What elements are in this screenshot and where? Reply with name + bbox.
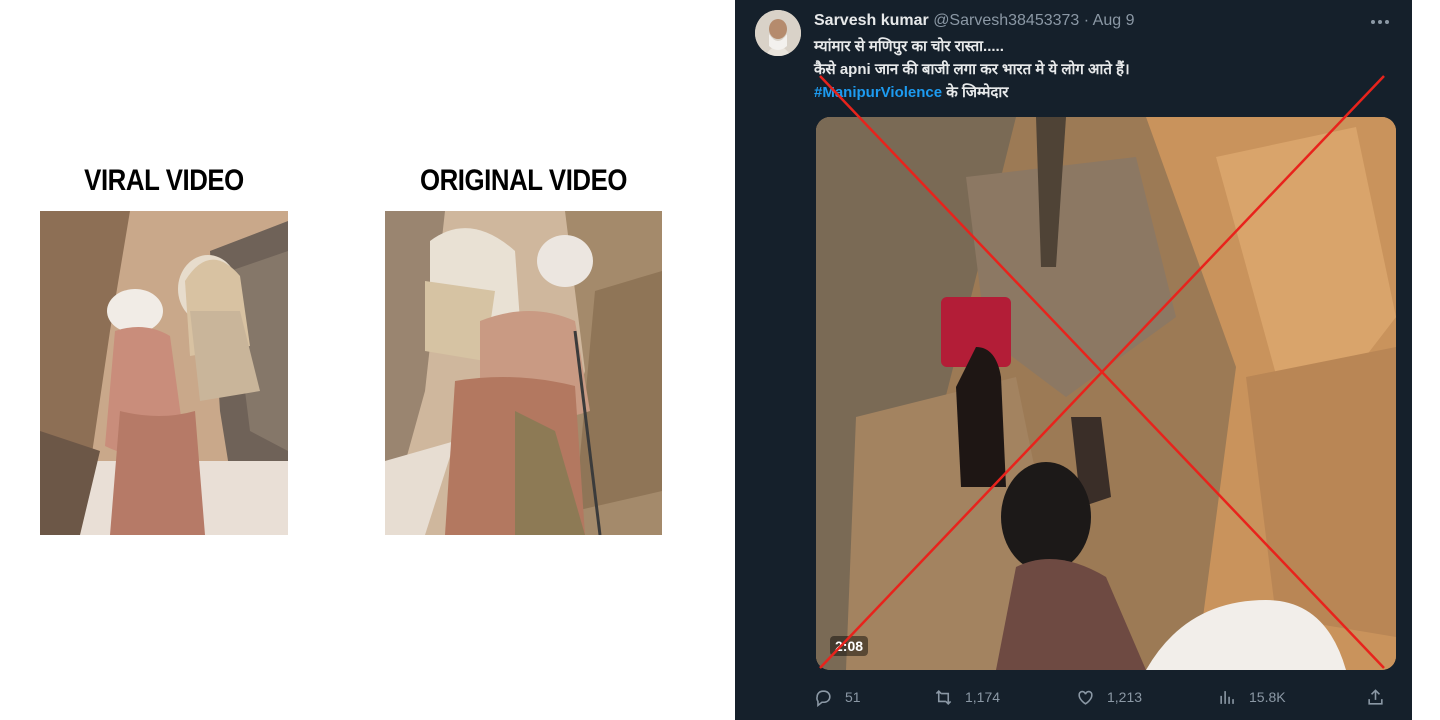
post-date[interactable]: Aug 9 (1093, 12, 1135, 29)
header-separator: · (1083, 12, 1090, 29)
author-handle[interactable]: @Sarvesh38453373 (933, 12, 1079, 29)
tweet-text-line-3: #ManipurViolence के जिम्मेदार (814, 81, 1394, 104)
original-video-label: ORIGINAL VIDEO (419, 164, 628, 197)
retweet-count: 1,174 (965, 689, 1001, 705)
video-duration-badge: 2:08 (830, 636, 869, 656)
reply-button[interactable]: 51 (814, 684, 861, 710)
tweet-header: Sarvesh kumar @Sarvesh38453373 · Aug 9 (814, 10, 1134, 32)
viral-video-label: VIRAL VIDEO (84, 164, 244, 197)
tweet-video[interactable]: 2:08 (816, 117, 1396, 670)
hashtag-link[interactable]: #ManipurViolence (814, 84, 942, 101)
like-button[interactable]: 1,213 (1076, 684, 1142, 710)
views-bar-chart-icon (1220, 690, 1234, 704)
retweet-button[interactable]: 1,174 (934, 684, 1000, 710)
share-icon (1368, 688, 1383, 705)
reply-count: 51 (845, 689, 861, 705)
tweet-text-line-1: म्यांमार से मणिपुर का चोर रास्ता..... (814, 38, 1004, 55)
tweet-text: म्यांमार से मणिपुर का चोर रास्ता..... कै… (814, 35, 1394, 104)
more-horizontal-icon[interactable] (1368, 12, 1392, 32)
share-button[interactable] (1366, 684, 1385, 710)
like-count: 1,213 (1107, 689, 1143, 705)
retweet-icon (935, 689, 952, 705)
tweet-text-line-3-rest: के जिम्मेदार (942, 84, 1009, 101)
author-name[interactable]: Sarvesh kumar (814, 12, 929, 29)
tweet-card: Sarvesh kumar @Sarvesh38453373 · Aug 9 म… (735, 0, 1412, 720)
avatar[interactable] (755, 10, 801, 56)
tweet-actions: 51 1,174 1,213 15.8K (814, 684, 1404, 710)
reply-icon (816, 689, 831, 707)
tweet-text-line-2: कैसे apni जान की बाजी लगा कर भारत मे ये … (814, 61, 1130, 78)
viral-video-thumbnail (40, 211, 288, 535)
views-button[interactable]: 15.8K (1218, 684, 1286, 710)
original-video-thumbnail (385, 211, 662, 535)
heart-icon (1078, 690, 1093, 705)
view-count: 15.8K (1249, 689, 1286, 705)
